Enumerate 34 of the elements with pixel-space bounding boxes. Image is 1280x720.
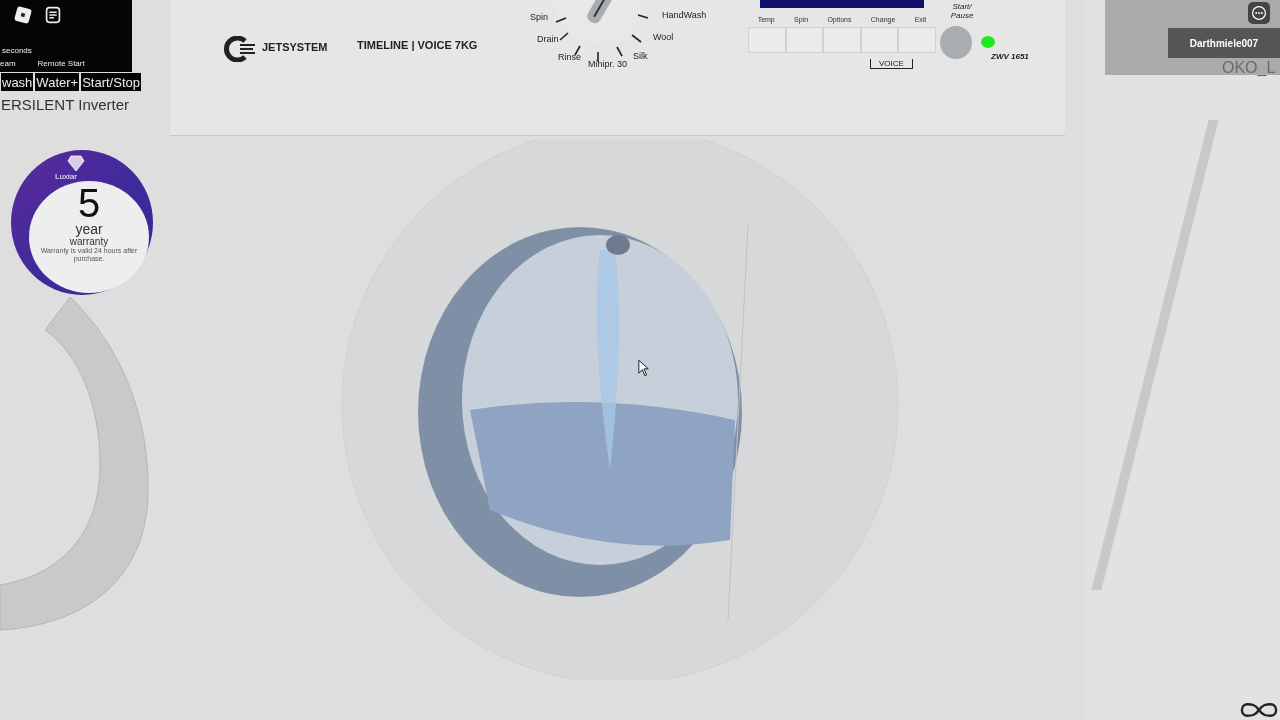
pointer-icon xyxy=(638,359,650,377)
program-label: Drain xyxy=(537,34,559,44)
background-text: OKO_L xyxy=(1222,59,1276,77)
warranty-label: warranty xyxy=(69,236,109,247)
display-text: seconds xyxy=(2,46,32,55)
model-label: ZWV 1651 xyxy=(991,52,1029,61)
infinity-icon xyxy=(1240,702,1278,718)
brand-name: JETSYSTEM xyxy=(262,41,328,53)
machine-button[interactable]: Water+ xyxy=(34,72,81,92)
start-label: Start/ Pause xyxy=(949,2,975,20)
brand-name: Luxiar xyxy=(55,172,77,181)
program-label: Wool xyxy=(653,32,674,42)
diamond-icon xyxy=(66,153,86,173)
soft-key[interactable] xyxy=(748,27,786,53)
panel-label: eam xyxy=(0,59,16,68)
machine-button[interactable]: wash xyxy=(0,72,35,92)
soft-key[interactable] xyxy=(898,27,936,53)
machine-button[interactable]: Start/Stop xyxy=(80,72,142,92)
soft-key[interactable] xyxy=(823,27,861,53)
voice-label: VOICE xyxy=(870,59,913,69)
username-badge: Darthmiele007 xyxy=(1168,28,1280,58)
model-label: ERSILENT Inverter xyxy=(1,96,130,113)
program-label: Rinse xyxy=(558,52,581,62)
program-label: Spin xyxy=(530,12,548,22)
program-label: Silk xyxy=(633,51,648,61)
soft-key[interactable] xyxy=(860,27,899,53)
series-label: TIMELINE | VOICE 7KG xyxy=(357,39,478,51)
soft-key[interactable] xyxy=(785,27,824,53)
warranty-years: 5 xyxy=(77,183,101,223)
program-label: HandWash xyxy=(662,10,707,20)
more-options-icon[interactable] xyxy=(1248,2,1270,24)
panel-label: Remote Start xyxy=(37,59,85,68)
warranty-unit: year xyxy=(75,223,103,236)
program-label: Minipr. 30 xyxy=(588,59,628,69)
